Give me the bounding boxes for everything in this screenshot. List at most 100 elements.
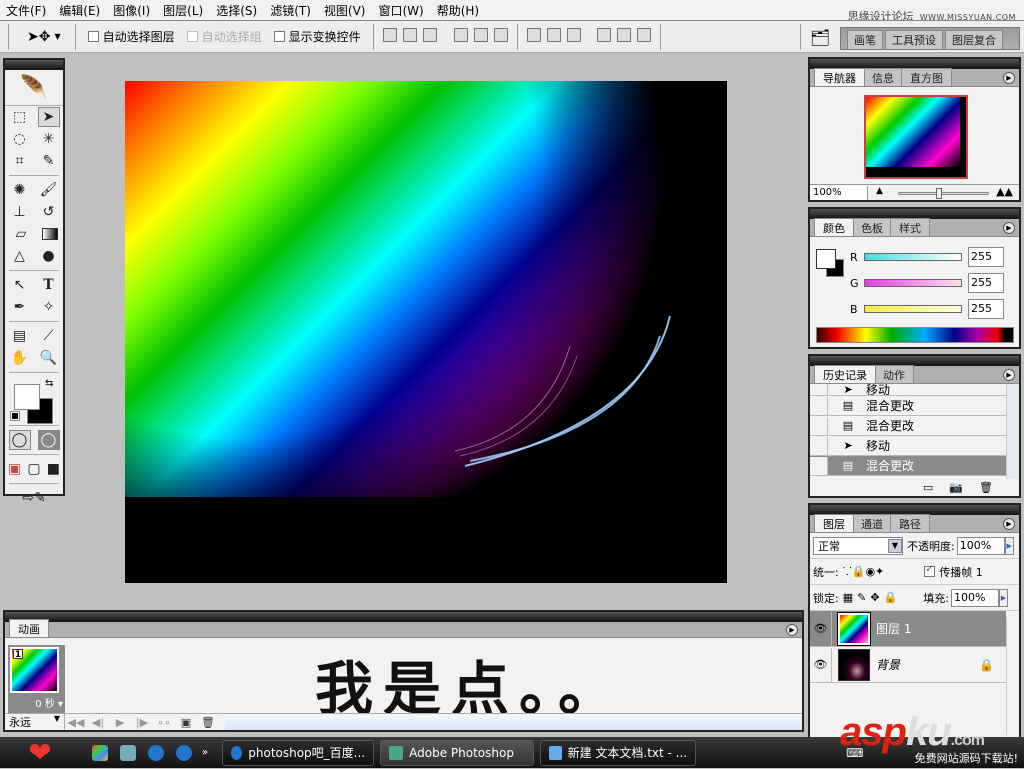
menu-window[interactable]: 窗口(W) <box>378 2 423 19</box>
toolbox-titlebar[interactable] <box>5 60 63 70</box>
healing-brush-tool-icon[interactable]: ✺ <box>9 180 31 200</box>
dodge-tool-icon[interactable]: ● <box>38 246 60 266</box>
panel-menu-icon[interactable]: ▶ <box>1003 72 1015 84</box>
full-screen-menu-mode-icon[interactable]: ▢ <box>24 459 43 479</box>
distribute-hcenter-icon[interactable] <box>617 28 632 42</box>
delete-frame-icon[interactable]: 🗑 <box>197 716 219 729</box>
panel-menu-icon[interactable]: ▶ <box>1003 369 1015 381</box>
start-button-heart-icon[interactable]: ❤ <box>18 738 62 766</box>
tab-actions[interactable]: 动作 <box>874 365 914 383</box>
unify-position-icon[interactable]: ⸪🔒 <box>843 564 866 579</box>
lock-position-icon[interactable]: ✥ <box>870 591 879 604</box>
blur-tool-icon[interactable]: △ <box>9 246 31 266</box>
crop-tool-icon[interactable]: ⌗ <box>9 151 31 171</box>
eraser-tool-icon[interactable]: ▱ <box>10 224 32 244</box>
next-frame-icon[interactable]: |▶ <box>131 716 153 729</box>
distribute-top-icon[interactable] <box>526 28 541 42</box>
propagate-frame-checkbox[interactable] <box>924 564 936 577</box>
history-item[interactable]: ▤ 混合更改 <box>810 396 1006 416</box>
eyedropper-tool-icon[interactable]: ⟋ <box>38 326 60 346</box>
tab-swatches[interactable]: 色板 <box>852 218 892 236</box>
palette-well-tab-layer-comps[interactable]: 图层复合 <box>945 30 1003 49</box>
opacity-field[interactable]: 100% <box>956 536 1005 555</box>
menu-view[interactable]: 视图(V) <box>324 2 366 19</box>
align-vcenter-icon[interactable] <box>402 28 417 42</box>
history-item[interactable]: ▤ 混合更改 <box>810 416 1006 436</box>
quicklaunch-editor-icon[interactable] <box>120 744 136 761</box>
history-item-selected[interactable]: ▤ 混合更改 <box>810 456 1006 476</box>
channel-r-slider[interactable] <box>864 253 962 261</box>
tab-styles[interactable]: 样式 <box>890 218 930 236</box>
panel-menu-icon[interactable]: ▶ <box>786 624 798 636</box>
full-screen-mode-icon[interactable]: ■ <box>44 459 63 479</box>
menu-file[interactable]: 文件(F) <box>6 2 46 19</box>
lasso-tool-icon[interactable]: ◌ <box>9 129 31 149</box>
channel-r-value[interactable]: 255 <box>968 247 1004 267</box>
history-scrollbar[interactable] <box>1006 384 1019 479</box>
notes-tool-icon[interactable]: ▤ <box>9 326 31 346</box>
feather-logo-icon[interactable]: 🪶 <box>5 70 63 106</box>
delete-icon[interactable]: 🗑 <box>979 481 993 494</box>
first-frame-icon[interactable]: ◀◀ <box>65 716 87 729</box>
previous-frame-icon[interactable]: ◀| <box>87 716 109 729</box>
menu-help[interactable]: 帮助(H) <box>437 2 479 19</box>
animation-scrollbar[interactable] <box>225 714 802 730</box>
tab-color[interactable]: 颜色 <box>814 218 854 236</box>
default-colors-icon[interactable] <box>10 411 20 421</box>
duplicate-frame-icon[interactable]: ▣ <box>175 716 197 729</box>
tool-preset-dropdown-icon[interactable]: ▼ <box>54 32 60 41</box>
quicklaunch-windows-icon[interactable] <box>92 744 108 761</box>
move-tool-icon[interactable]: ➤ <box>37 107 60 127</box>
menu-image[interactable]: 图像(I) <box>113 2 150 19</box>
brush-tool-icon[interactable]: 🖌 <box>38 180 60 200</box>
align-right-icon[interactable] <box>493 28 508 42</box>
channel-g-slider[interactable] <box>864 279 962 287</box>
foreground-swatch[interactable] <box>816 249 836 269</box>
history-brush-tool-icon[interactable]: ↺ <box>38 202 60 222</box>
eye-icon[interactable]: 👁 <box>810 647 832 682</box>
taskbar-item[interactable]: 新建 文本文档.txt - ... <box>540 739 697 766</box>
palette-well-tab-brushes[interactable]: 画笔 <box>847 30 883 49</box>
tab-history[interactable]: 历史记录 <box>814 365 876 383</box>
tab-navigator[interactable]: 导航器 <box>814 68 865 86</box>
align-top-icon[interactable] <box>382 28 397 42</box>
menu-edit[interactable]: 编辑(E) <box>59 2 100 19</box>
swap-colors-icon[interactable]: ⇆ <box>45 378 53 389</box>
panel-menu-icon[interactable]: ▶ <box>1003 518 1015 530</box>
panel-titlebar[interactable] <box>5 612 802 622</box>
tab-histogram[interactable]: 直方图 <box>901 68 952 86</box>
channel-g-value[interactable]: 255 <box>968 273 1004 293</box>
menu-select[interactable]: 选择(S) <box>216 2 257 19</box>
distribute-bottom-icon[interactable] <box>566 28 581 42</box>
lock-pixels-icon[interactable]: ✎ <box>857 591 866 604</box>
document-canvas[interactable] <box>125 81 727 583</box>
align-left-icon[interactable] <box>453 28 468 42</box>
distribute-left-icon[interactable] <box>597 28 612 42</box>
loop-select[interactable]: 永远 ▼ <box>5 714 65 730</box>
fill-slider-button[interactable]: ▶ <box>998 588 1008 607</box>
color-spectrum-bar[interactable] <box>816 327 1014 343</box>
distribute-right-icon[interactable] <box>637 28 652 42</box>
foreground-color-swatch[interactable] <box>14 384 40 410</box>
tab-animation[interactable]: 动画 <box>9 619 49 637</box>
align-hcenter-icon[interactable] <box>473 28 488 42</box>
unify-visibility-icon[interactable]: ◉ <box>865 565 875 578</box>
zoom-field[interactable]: 100% <box>810 185 868 200</box>
zoom-out-icon[interactable]: ▲ <box>876 186 883 196</box>
taskbar-item-active[interactable]: Adobe Photoshop <box>380 739 535 766</box>
quicklaunch-more-icon[interactable]: » <box>202 747 208 758</box>
zoom-tool-icon[interactable]: 🔍 <box>38 348 60 368</box>
lock-all-icon[interactable]: 🔒 <box>884 591 898 604</box>
panel-menu-icon[interactable]: ▶ <box>1003 222 1015 234</box>
file-browser-icon[interactable]: 🗂 <box>810 28 830 47</box>
slice-tool-icon[interactable]: ✎ <box>38 151 60 171</box>
zoom-in-icon[interactable]: ▲▲ <box>996 185 1013 198</box>
quick-mask-mode-icon[interactable]: ◯ <box>37 430 60 450</box>
layer-name[interactable]: 图层 1 <box>876 620 911 637</box>
lock-transparency-icon[interactable]: ▦ <box>843 591 853 604</box>
layer-name[interactable]: 背景 <box>876 656 900 673</box>
align-bottom-icon[interactable] <box>422 28 437 42</box>
gradient-tool-icon[interactable] <box>42 228 58 240</box>
tab-channels[interactable]: 通道 <box>852 514 892 532</box>
quicklaunch-maxthon-icon[interactable] <box>148 744 164 761</box>
